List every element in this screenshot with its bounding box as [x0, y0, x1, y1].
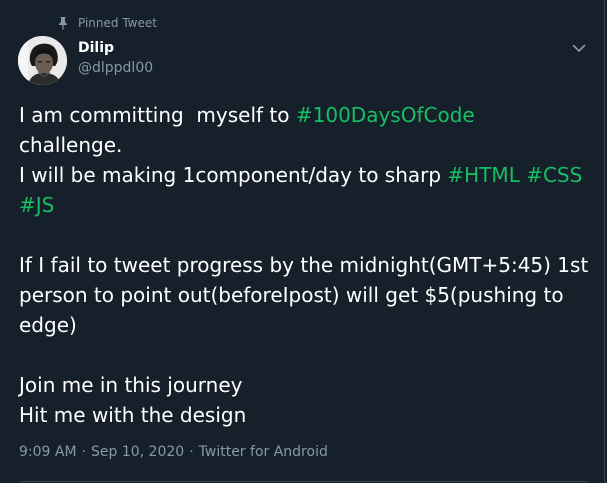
tweet-text-segment: I will be making 1component/day to sharp [19, 163, 448, 187]
pinned-tweet[interactable]: Pinned Tweet Dilip @dlppdl00 I am commit… [0, 0, 605, 483]
tweet-line: Hit me with the design [19, 400, 594, 430]
tweet-meta: 9:09 AM · Sep 10, 2020 · Twitter for And… [19, 444, 328, 460]
tweet-line [19, 340, 594, 370]
pin-icon [59, 17, 67, 30]
tweet-line: If I fail to tweet progress by the midni… [19, 250, 594, 280]
avatar-image [18, 36, 67, 85]
hashtag-link[interactable]: #100DaysOfCode [296, 103, 475, 127]
meta-separator: · [189, 444, 194, 460]
tweet-line: edge) [19, 310, 594, 340]
divider [19, 481, 589, 482]
tweet-text-segment: person to point out(beforeIpost) will ge… [19, 283, 564, 307]
tweet-date[interactable]: Sep 10, 2020 [91, 444, 184, 460]
tweet-text-segment: I am committing myself to [19, 103, 296, 127]
tweet-line: Join me in this journey [19, 370, 594, 400]
hashtag-link[interactable]: #JS [19, 193, 54, 217]
tweet-line: I am committing myself to #100DaysOfCode [19, 100, 594, 130]
tweet-line: I will be making 1component/day to sharp… [19, 160, 594, 190]
pinned-indicator: Pinned Tweet [56, 14, 157, 32]
tweet-text-segment: Join me in this journey [19, 373, 243, 397]
hashtag-link[interactable]: #HTML [447, 163, 519, 187]
author-handle[interactable]: @dlppdl00 [78, 60, 153, 76]
tweet-text-segment: If I fail to tweet progress by the midni… [19, 253, 589, 277]
hashtag-link[interactable]: #CSS [526, 163, 582, 187]
tweet-line: person to point out(beforeIpost) will ge… [19, 280, 594, 310]
tweet-text-segment: edge) [19, 313, 77, 337]
author-name[interactable]: Dilip [78, 40, 114, 56]
tweet-time[interactable]: 9:09 AM [19, 444, 77, 460]
avatar[interactable] [18, 36, 67, 85]
pinned-label: Pinned Tweet [78, 16, 157, 30]
meta-separator: · [81, 444, 86, 460]
tweet-text-segment: challenge. [19, 133, 123, 157]
tweet-line: challenge. [19, 130, 594, 160]
tweet-line [19, 220, 594, 250]
tweet-source[interactable]: Twitter for Android [199, 444, 328, 460]
tweet-text-segment: Hit me with the design [19, 403, 247, 427]
tweet-text: I am committing myself to #100DaysOfCode… [19, 100, 594, 430]
chevron-down-icon[interactable] [569, 38, 589, 58]
tweet-line: #JS [19, 190, 594, 220]
